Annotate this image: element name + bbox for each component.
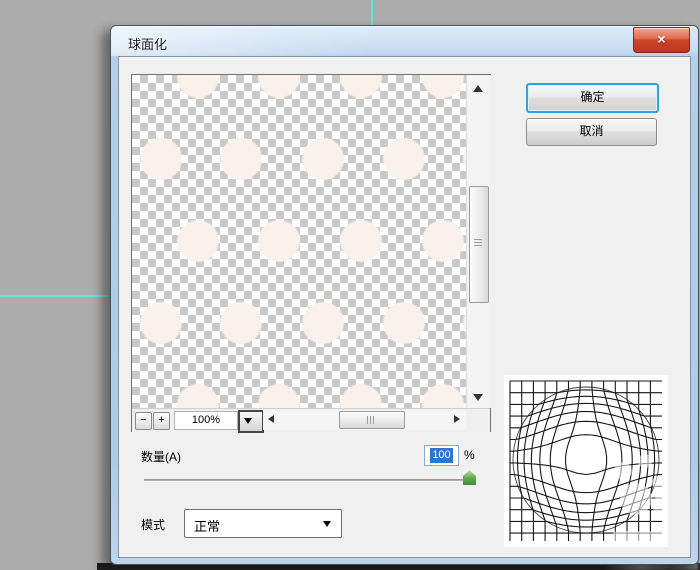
preview-dot [302,138,344,180]
close-button[interactable]: × [633,27,690,53]
dialog-titlebar[interactable]: 球面化 [111,26,698,56]
preview-dot [383,138,425,180]
amount-input[interactable]: 100 [424,445,459,466]
zoom-dropdown-button[interactable] [238,410,264,433]
chevron-down-icon [244,418,252,428]
preview-dot [340,220,382,262]
preview-dot [383,302,425,344]
preview-dot [140,302,182,344]
horizontal-scroll-thumb[interactable] [339,411,405,429]
amount-slider-track[interactable] [144,479,475,482]
amount-unit: % [464,448,475,462]
mode-selected-value: 正常 [194,519,221,534]
guide-vertical [371,0,373,26]
cancel-button[interactable]: 取消 [526,118,657,146]
amount-slider-thumb[interactable] [463,470,476,485]
dialog-title: 球面化 [128,37,168,52]
preview-box: − + 100% [131,74,491,433]
vertical-scrollbar[interactable] [466,75,491,408]
zoom-in-button[interactable]: + [153,412,170,430]
preview-dot [177,384,219,408]
thumb-grip-icon [367,416,376,424]
preview-dot [422,220,464,262]
mode-label: 模式 [141,518,166,532]
spherize-grid-preview [504,375,672,547]
vertical-scroll-thumb[interactable] [469,186,489,303]
amount-value: 100 [430,448,453,463]
zoom-out-button[interactable]: − [135,412,152,430]
preview-dot [258,220,300,262]
preview-dot [422,384,464,408]
sphere-wireframe-icon [509,380,672,543]
preview-dot [302,302,344,344]
preview-dot [220,302,262,344]
scroll-right-icon[interactable] [454,415,460,423]
scroll-down-icon[interactable] [473,394,483,401]
preview-dot [258,384,300,408]
dialog-content: − + 100% 确定 取消 数量(A) 100 % 模式 正常 [118,56,691,558]
scroll-up-icon[interactable] [473,85,483,92]
preview-dot [340,384,382,408]
preview-dot [177,75,219,98]
preview-canvas[interactable] [132,75,466,408]
chevron-down-icon [323,521,331,531]
close-icon: × [657,31,666,47]
desktop-background: 球面化 × − + 100% 确定 取消 数量(A) 100 % 模式 正常 [0,0,700,570]
ok-button[interactable]: 确定 [526,83,659,113]
preview-dot [258,75,300,98]
preview-dot [140,138,182,180]
thumb-grip-icon [474,239,482,248]
preview-dot [177,220,219,262]
preview-dot [340,75,382,98]
preview-dot [422,75,464,98]
zoom-level-field[interactable]: 100% [174,411,238,430]
preview-dot [220,138,262,180]
amount-label: 数量(A) [141,450,181,464]
guide-horizontal [0,295,111,297]
mode-dropdown[interactable]: 正常 [184,509,342,538]
preview-zoom-bar: − + 100% [132,408,490,433]
spherize-dialog: 球面化 × − + 100% 确定 取消 数量(A) 100 % 模式 正常 [110,25,699,565]
scroll-left-icon[interactable] [268,415,274,423]
